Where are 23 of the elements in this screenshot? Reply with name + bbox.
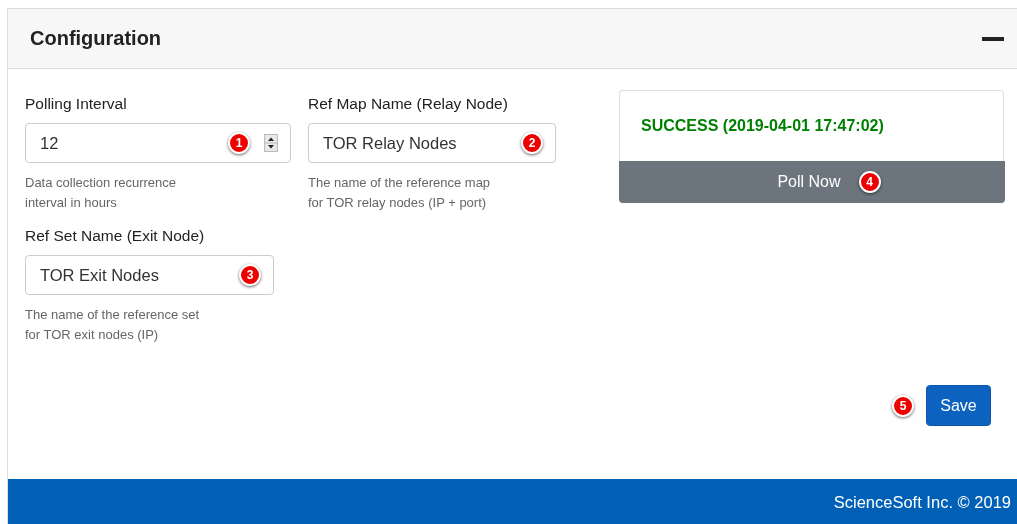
save-button[interactable]: Save xyxy=(926,385,991,426)
field-value: 12 xyxy=(40,133,60,153)
input-field[interactable]: 12 1 xyxy=(25,123,291,163)
field-hint: The name of the reference set for TOR exit nodes (IP) xyxy=(25,306,201,344)
poll-now-button[interactable]: Poll Now 4 xyxy=(619,161,1005,203)
field-label: Ref Map Name (Relay Node) xyxy=(308,95,509,113)
field-value: TOR Exit Nodes xyxy=(40,265,160,285)
field-hint: The name of the reference map for TOR relay nodes (IP + port) xyxy=(308,174,492,212)
input-field[interactable]: TOR Relay Nodes 2 xyxy=(308,123,556,163)
field-value: TOR Relay Nodes xyxy=(323,133,458,153)
marker-badge: 3 xyxy=(239,264,261,286)
marker-badge: 5 xyxy=(892,394,914,417)
input-field[interactable]: TOR Exit Nodes 3 xyxy=(25,255,274,295)
marker-badge: 2 xyxy=(521,132,543,154)
status-message: SUCCESS (2019-04-01 17:47:02) xyxy=(641,117,884,135)
field-label: Ref Set Name (Exit Node) xyxy=(25,227,206,245)
spinner-icon[interactable] xyxy=(264,134,278,152)
field-hint: Data collection recurrence interval in hours xyxy=(25,174,178,212)
footer-text: ScienceSoft Inc. © 2019 xyxy=(833,492,1011,512)
field-label: Polling Interval xyxy=(25,95,128,113)
marker-badge: 1 xyxy=(228,132,250,154)
panel-title: Configuration xyxy=(30,27,162,50)
marker-badge: 4 xyxy=(858,171,881,193)
